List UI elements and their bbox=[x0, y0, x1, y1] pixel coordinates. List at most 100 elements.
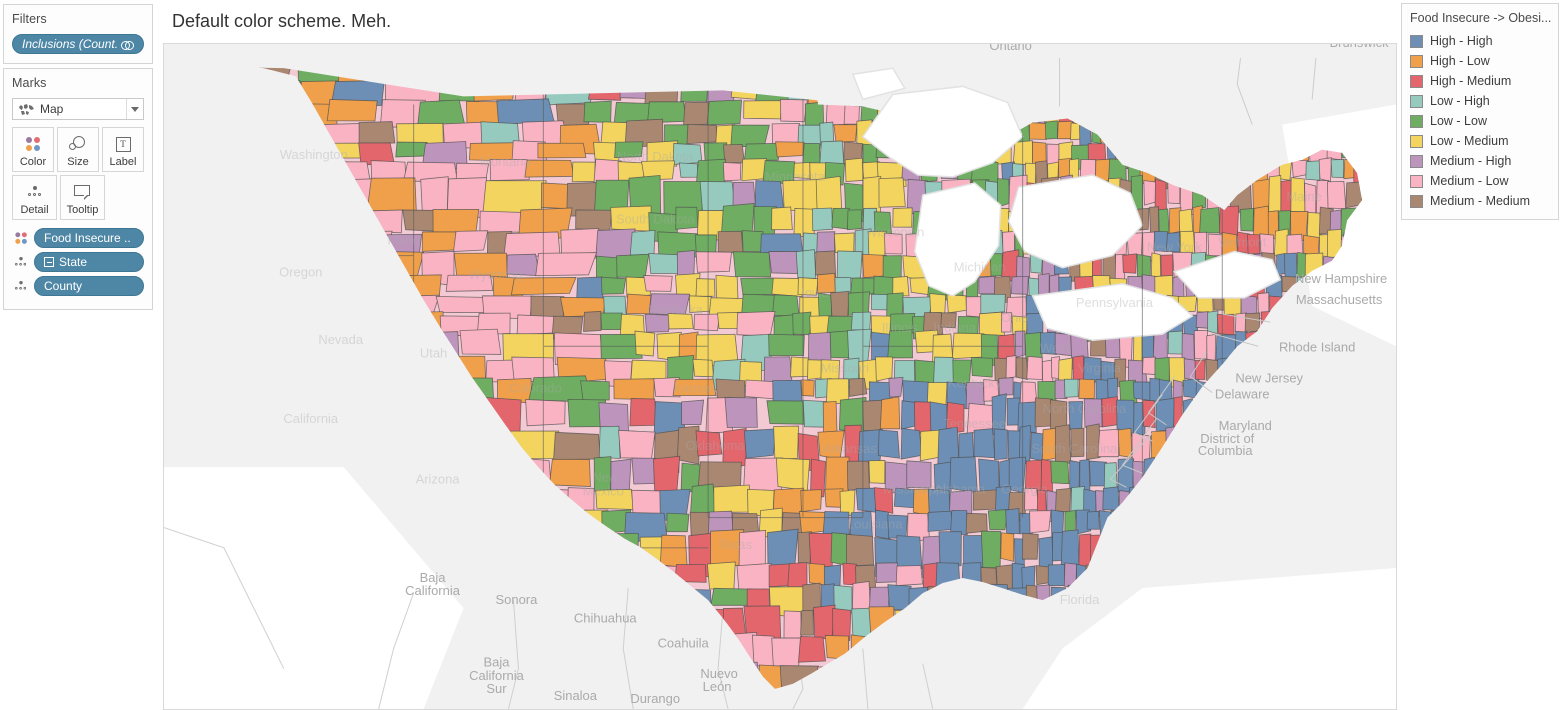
map-geo-label: Coahuila bbox=[658, 635, 710, 650]
legend-item[interactable]: Low - Medium bbox=[1410, 131, 1552, 151]
filter-rings-icon[interactable] bbox=[121, 39, 134, 50]
map-state-watermark: Louisiana bbox=[847, 517, 903, 532]
map-state-watermark: Pennsylvania bbox=[1076, 295, 1154, 310]
size-circles-icon bbox=[68, 134, 88, 154]
legend-item-label: High - High bbox=[1430, 34, 1493, 48]
detail-dots-icon bbox=[12, 255, 30, 270]
color-dots-icon bbox=[12, 230, 30, 247]
legend-item[interactable]: Medium - Medium bbox=[1410, 191, 1552, 211]
mark-type-label: Map bbox=[40, 102, 64, 116]
detail-dots-icon bbox=[12, 279, 30, 294]
filters-title: Filters bbox=[12, 12, 47, 26]
shelf-pill-label: State bbox=[59, 255, 88, 269]
label-t-icon: T bbox=[115, 134, 131, 154]
map-geo-label: Sonora bbox=[496, 592, 539, 607]
map-geo-label: Sur bbox=[486, 681, 507, 696]
shelf-row-state: State bbox=[12, 252, 144, 272]
map-state-watermark: Illinois bbox=[882, 320, 918, 335]
filter-pill-inclusions[interactable]: Inclusions (Count.. bbox=[12, 34, 144, 54]
map-state-watermark: South Dakota bbox=[616, 211, 695, 226]
map-state-watermark: Tennessee bbox=[943, 416, 1006, 431]
map-state-watermark: Montana bbox=[480, 154, 531, 169]
detail-button-label: Detail bbox=[20, 204, 49, 216]
legend-item[interactable]: High - Low bbox=[1410, 51, 1552, 71]
legend-item-label: Medium - High bbox=[1430, 154, 1512, 168]
map-state-watermark: Missouri bbox=[821, 360, 869, 375]
marks-shelf-list: Food Insecure .. State County bbox=[12, 228, 144, 296]
legend-swatch bbox=[1410, 114, 1423, 128]
viz-area: Default color scheme. Meh. Vermont Maine… bbox=[160, 0, 1400, 710]
size-button[interactable]: Size bbox=[57, 127, 99, 172]
legend-item[interactable]: Low - Low bbox=[1410, 111, 1552, 131]
map-state-watermark: Wyoming bbox=[469, 267, 523, 282]
shelf-pill-state[interactable]: State bbox=[34, 252, 144, 272]
legend-swatch bbox=[1410, 54, 1423, 68]
map-state-watermark: South Carolina bbox=[1032, 441, 1118, 456]
legend-swatch bbox=[1410, 134, 1423, 148]
map-geo-label: Brunswick bbox=[1330, 44, 1390, 50]
map-state-watermark: Wisconsin bbox=[865, 224, 924, 239]
map-geo-label: California bbox=[405, 583, 460, 598]
map-state-watermark: Texas bbox=[718, 537, 752, 552]
marks-card: Marks Map Color Size T Label Detail Tool… bbox=[3, 68, 153, 310]
map-state-watermark: North Dakota bbox=[617, 149, 694, 164]
map-state-watermark: Oregon bbox=[279, 265, 322, 280]
map-geo-label: Durango bbox=[630, 691, 680, 706]
legend-swatch bbox=[1410, 74, 1423, 88]
map-canvas[interactable]: Vermont Maine New York Pennsylvania West Virg… bbox=[163, 43, 1397, 710]
map-state-watermark: Florida bbox=[1060, 592, 1100, 607]
tooltip-button[interactable]: Tooltip bbox=[60, 175, 105, 220]
shelf-pill-county[interactable]: County bbox=[34, 276, 144, 296]
legend-item[interactable]: High - High bbox=[1410, 31, 1552, 51]
legend-swatch bbox=[1410, 194, 1423, 208]
color-button[interactable]: Color bbox=[12, 127, 54, 172]
map-geo-label: New Hampshire bbox=[1295, 271, 1387, 286]
map-state-watermark: Arkansas bbox=[823, 441, 877, 456]
mini-map-icon bbox=[18, 103, 35, 116]
map-state-watermark: Indiana bbox=[933, 320, 976, 335]
legend-item[interactable]: Low - High bbox=[1410, 91, 1552, 111]
map-state-watermark: Mexico bbox=[583, 483, 624, 498]
map-state-watermark: Nebraska bbox=[647, 302, 703, 317]
map-state-watermark: Georgia bbox=[1002, 481, 1049, 496]
color-legend-card: Food Insecure -> Obesi... High - High Hig… bbox=[1401, 3, 1559, 220]
map-state-watermark: New bbox=[592, 469, 619, 484]
detail-dots-icon bbox=[26, 182, 44, 202]
mark-type-dropdown[interactable]: Map bbox=[12, 98, 144, 120]
tooltip-bubble-icon bbox=[74, 182, 91, 202]
map-geo-label: New Jersey bbox=[1235, 370, 1303, 385]
tooltip-button-label: Tooltip bbox=[66, 204, 99, 216]
legend-item-label: Low - High bbox=[1430, 94, 1490, 108]
map-state-watermark: Iowa bbox=[801, 285, 829, 300]
left-control-panel: Filters Inclusions (Count.. Marks Map Co… bbox=[0, 0, 160, 710]
legend-title: Food Insecure -> Obesi... bbox=[1410, 11, 1552, 25]
map-geo-label: Rhode Island bbox=[1279, 339, 1355, 354]
shelf-pill-food-insecure[interactable]: Food Insecure .. bbox=[34, 228, 144, 248]
marks-title: Marks bbox=[12, 76, 47, 90]
legend-item[interactable]: Medium - High bbox=[1410, 151, 1552, 171]
label-button[interactable]: T Label bbox=[102, 127, 144, 172]
legend-item-label: High - Medium bbox=[1430, 74, 1512, 88]
shelf-row-color: Food Insecure .. bbox=[12, 228, 144, 248]
map-state-watermark: Michigan bbox=[954, 260, 1006, 275]
map-state-watermark: Nevada bbox=[318, 332, 363, 347]
map-state-watermark: Virginia bbox=[1078, 360, 1122, 375]
detail-button[interactable]: Detail bbox=[12, 175, 57, 220]
map-state-watermark: Kentucky bbox=[948, 376, 1002, 391]
mark-type-caret[interactable] bbox=[126, 99, 143, 119]
legend-item[interactable]: High - Medium bbox=[1410, 71, 1552, 91]
legend-item-label: Medium - Low bbox=[1430, 174, 1509, 188]
legend-item[interactable]: Medium - Low bbox=[1410, 171, 1552, 191]
map-state-watermark: Utah bbox=[420, 345, 447, 360]
legend-panel: Food Insecure -> Obesi... High - High Hig… bbox=[1400, 0, 1563, 710]
legend-item-label: Low - Medium bbox=[1430, 134, 1509, 148]
map-state-watermark: Idaho bbox=[387, 232, 419, 247]
map-geo-label: Sinaloa bbox=[554, 688, 598, 703]
hierarchy-collapse-icon[interactable] bbox=[44, 257, 54, 267]
legend-item-label: High - Low bbox=[1430, 54, 1490, 68]
map-state-watermark: Minnesota bbox=[765, 169, 826, 184]
map-state-watermark: New York bbox=[1147, 240, 1202, 255]
legend-swatch bbox=[1410, 154, 1423, 168]
map-state-watermark: Oklahoma bbox=[686, 438, 746, 453]
legend-item-label: Medium - Medium bbox=[1430, 194, 1531, 208]
